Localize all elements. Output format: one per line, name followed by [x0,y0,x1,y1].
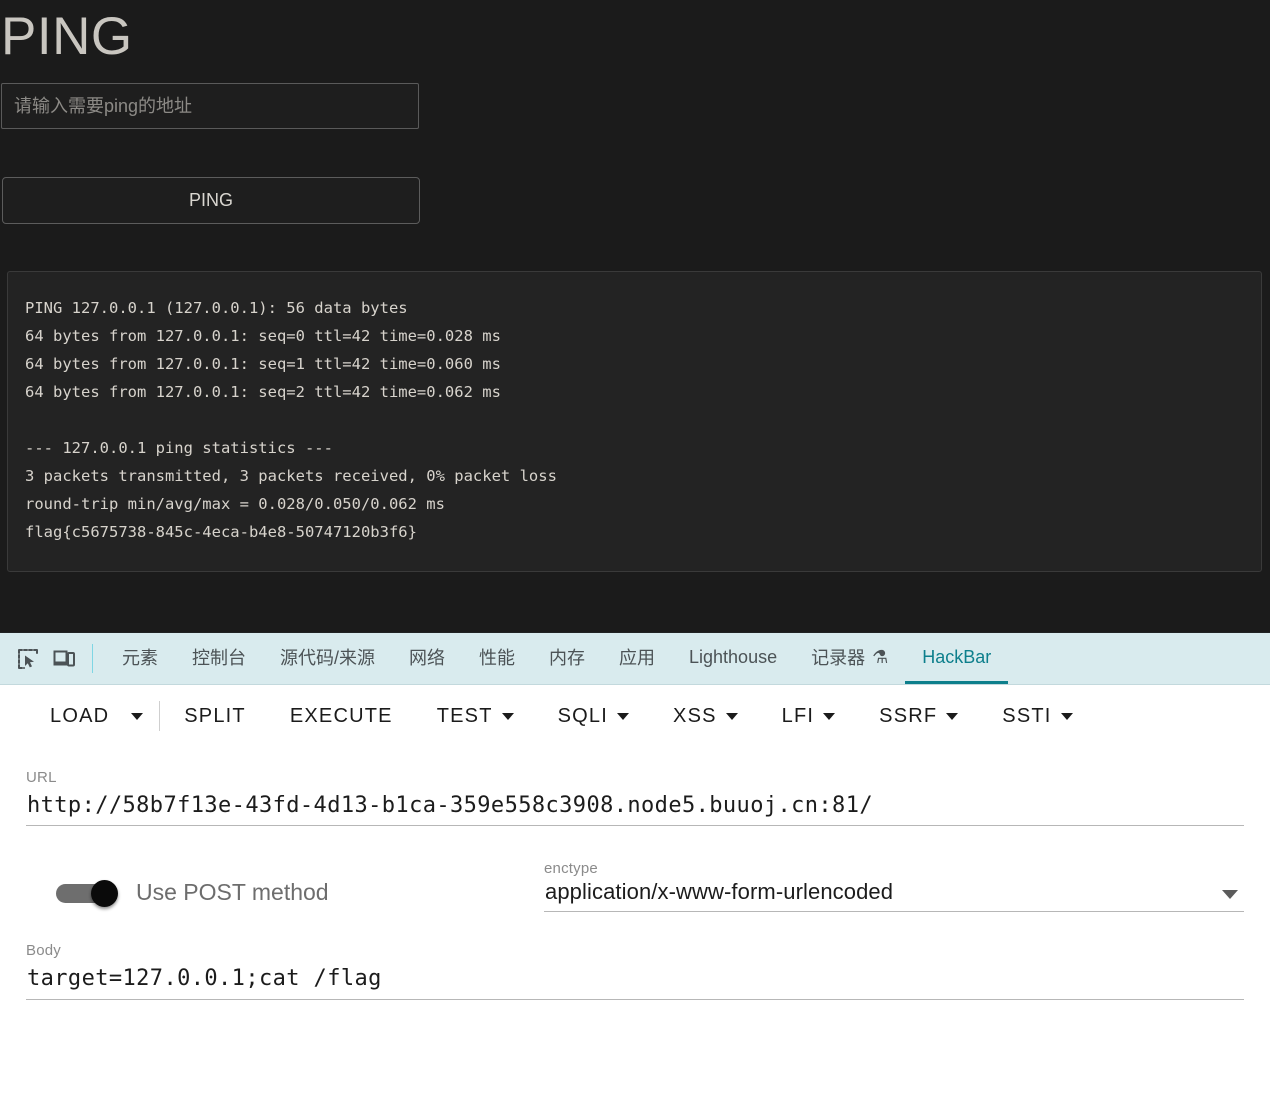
tab-label: 网络 [409,648,446,668]
tab-label: 控制台 [192,648,246,668]
page-title: PING [1,7,133,66]
tab-label: 内存 [549,648,586,668]
lfi-label: LFI [781,704,815,727]
tab-network[interactable]: 网络 [392,633,462,684]
tab-label: HackBar [922,646,992,667]
body-input[interactable]: target=127.0.0.1;cat /flag [26,959,1244,1000]
tab-label: Lighthouse [689,646,778,667]
toggle-knob [91,879,118,907]
devtools-panel: 元素 控制台 源代码/来源 网络 性能 内存 应用 Lighthouse 记录器… [0,632,1270,1099]
split-button[interactable]: SPLIT [162,705,268,728]
tab-performance[interactable]: 性能 [462,633,532,684]
chevron-down-icon [617,712,630,720]
ping-address-input[interactable] [1,83,419,129]
test-dropdown-button[interactable]: TEST [415,705,536,728]
chevron-down-icon [131,712,144,720]
tab-memory[interactable]: 内存 [532,633,602,684]
use-post-method-label: Use POST method [136,879,329,905]
chevron-down-icon [501,712,514,720]
xss-dropdown-button[interactable]: XSS [651,705,760,728]
chevron-down-icon [823,712,836,720]
use-post-method-group[interactable]: Use POST method [26,879,544,912]
chevron-down-icon [946,712,959,720]
test-label: TEST [436,704,493,727]
tab-recorder[interactable]: 记录器 ⚗ [794,633,905,684]
enctype-selected-value: application/x-www-form-urlencoded [545,879,894,904]
method-and-enctype-row: Use POST method enctype application/x-ww… [26,860,1244,912]
url-input[interactable]: http://58b7f13e-43fd-4d13-b1ca-359e558c3… [26,786,1244,826]
sqli-label: SQLI [557,704,609,727]
ssrf-label: SSRF [879,704,938,727]
use-post-method-toggle[interactable] [56,879,118,907]
chevron-down-icon [725,712,738,720]
flask-icon: ⚗ [872,646,889,667]
devtools-tabbar: 元素 控制台 源代码/来源 网络 性能 内存 应用 Lighthouse 记录器… [0,633,1270,685]
tab-lighthouse[interactable]: Lighthouse [672,633,794,684]
url-label: URL [26,769,57,786]
tab-label: 源代码/来源 [280,648,376,668]
tab-label: 元素 [122,648,158,668]
ping-submit-button[interactable]: PING [2,177,420,224]
load-button[interactable]: LOAD [28,705,119,728]
tab-console[interactable]: 控制台 [175,633,263,684]
ping-form: PING [0,83,1270,224]
tab-application[interactable]: 应用 [602,633,672,684]
url-field-group: URL http://58b7f13e-43fd-4d13-b1ca-359e5… [26,769,1244,826]
lfi-dropdown-button[interactable]: LFI [760,705,858,728]
hackbar-toolbar: LOAD SPLIT EXECUTE TEST SQLI XSS LFI SSR… [0,685,1270,747]
devtools-tab-list: 元素 控制台 源代码/来源 网络 性能 内存 应用 Lighthouse 记录器… [105,633,1009,684]
execute-button[interactable]: EXECUTE [268,705,415,728]
chevron-down-icon [1060,712,1073,720]
body-field-group: Body target=127.0.0.1;cat /flag [26,942,1244,1000]
tab-sources[interactable]: 源代码/来源 [263,633,392,684]
ssrf-dropdown-button[interactable]: SSRF [857,705,980,728]
body-label: Body [26,942,61,959]
xss-label: XSS [673,704,717,727]
chevron-down-icon [1222,890,1238,899]
ssti-label: SSTI [1002,704,1052,727]
enctype-select[interactable]: application/x-www-form-urlencoded [544,877,1244,912]
ssti-dropdown-button[interactable]: SSTI [980,705,1094,728]
inspect-element-icon[interactable] [10,633,46,684]
hackbar-request-form: URL http://58b7f13e-43fd-4d13-b1ca-359e5… [0,769,1270,1000]
tab-label: 应用 [619,648,656,668]
enctype-field-group: enctype application/x-www-form-urlencode… [544,860,1244,912]
tab-hackbar[interactable]: HackBar [905,633,1009,684]
ping-app-page: PING PING PING 127.0.0.1 (127.0.0.1): 56… [0,0,1270,632]
enctype-label: enctype [544,860,598,877]
tab-label: 性能 [479,648,516,668]
toolbar-divider [92,644,93,673]
ping-output-terminal: PING 127.0.0.1 (127.0.0.1): 56 data byte… [7,271,1262,572]
tab-label: 记录器 [811,648,866,668]
device-toolbar-icon[interactable] [46,633,82,684]
tab-elements[interactable]: 元素 [105,633,175,684]
sqli-dropdown-button[interactable]: SQLI [536,705,651,728]
toolbar-divider [159,701,161,731]
load-dropdown-button[interactable] [119,712,157,720]
